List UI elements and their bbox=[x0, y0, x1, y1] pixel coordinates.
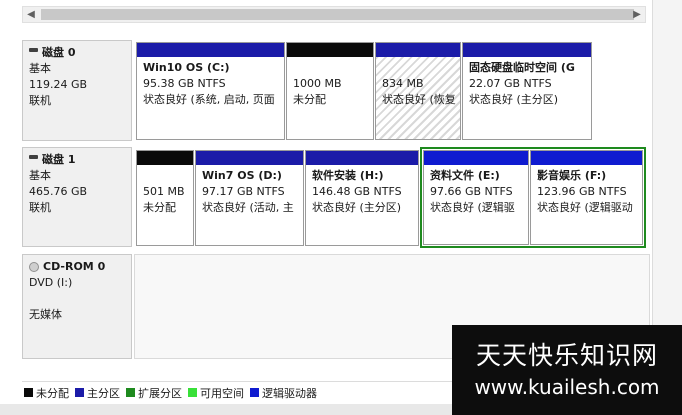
legend-swatch bbox=[126, 388, 135, 397]
partition-e[interactable]: 资料文件 (E:) 97.66 GB NTFS 状态良好 (逻辑驱 bbox=[423, 150, 529, 245]
disk-icon bbox=[29, 48, 38, 52]
disk-name: 磁盘 0 bbox=[42, 46, 76, 59]
partition-size: 834 MB bbox=[382, 77, 424, 90]
partition-g[interactable]: 固态硬盘临时空间 (G 22.07 GB NTFS 状态良好 (主分区) bbox=[462, 42, 592, 140]
legend-item: 逻辑驱动器 bbox=[250, 385, 317, 401]
partition-status: 未分配 bbox=[293, 93, 326, 106]
partition-title bbox=[382, 60, 460, 76]
scrollbar-thumb[interactable] bbox=[41, 9, 634, 20]
partition-title: 影音娱乐 (F:) bbox=[537, 169, 607, 182]
legend-swatch bbox=[250, 388, 259, 397]
legend-item: 未分配 bbox=[24, 385, 69, 401]
legend-label: 扩展分区 bbox=[138, 386, 182, 400]
legend-label: 可用空间 bbox=[200, 386, 244, 400]
disk-size: 119.24 GB bbox=[29, 78, 88, 91]
cdrom-label[interactable]: CD-ROM 0 DVD (I:) 无媒体 bbox=[22, 254, 132, 359]
legend-item: 扩展分区 bbox=[126, 385, 182, 401]
partition-status: 状态良好 (活动, 主 bbox=[202, 201, 294, 214]
horizontal-scrollbar[interactable]: ◀ ▶ bbox=[22, 6, 646, 23]
partition-status: 状态良好 (恢复 bbox=[382, 93, 456, 106]
partition-status: 状态良好 (逻辑驱动 bbox=[537, 201, 633, 214]
disk-1-label[interactable]: 磁盘 1 基本 465.76 GB 联机 bbox=[22, 147, 132, 247]
partition-c[interactable]: Win10 OS (C:) 95.38 GB NTFS 状态良好 (系统, 启动, … bbox=[136, 42, 285, 140]
disk-type: 基本 bbox=[29, 169, 51, 182]
partition-status: 未分配 bbox=[143, 201, 176, 214]
partition-d[interactable]: Win7 OS (D:) 97.17 GB NTFS 状态良好 (活动, 主 bbox=[195, 150, 304, 246]
cd-icon bbox=[29, 262, 39, 272]
partition-size: 501 MB bbox=[143, 185, 185, 198]
scroll-left-arrow-icon[interactable]: ◀ bbox=[24, 8, 38, 22]
watermark-title: 天天快乐知识网 bbox=[475, 341, 658, 370]
scroll-right-arrow-icon[interactable]: ▶ bbox=[630, 8, 644, 22]
partition-status: 状态良好 (系统, 启动, 页面 bbox=[143, 93, 275, 106]
legend-swatch bbox=[24, 388, 33, 397]
disk-status: 无媒体 bbox=[29, 308, 62, 321]
disk-type: DVD (I:) bbox=[29, 276, 73, 289]
legend-label: 逻辑驱动器 bbox=[262, 386, 317, 400]
partition-title bbox=[293, 60, 373, 76]
partition-status: 状态良好 (逻辑驱 bbox=[430, 201, 515, 214]
partition-unallocated-1[interactable]: 501 MB 未分配 bbox=[136, 150, 194, 246]
legend-item: 主分区 bbox=[75, 385, 120, 401]
partition-size: 123.96 GB NTFS bbox=[537, 185, 627, 198]
partition-f[interactable]: 影音娱乐 (F:) 123.96 GB NTFS 状态良好 (逻辑驱动 bbox=[530, 150, 643, 245]
disk-status: 联机 bbox=[29, 94, 51, 107]
legend-swatch bbox=[75, 388, 84, 397]
partition-title: Win7 OS (D:) bbox=[202, 169, 282, 182]
partition-size: 97.66 GB NTFS bbox=[430, 185, 513, 198]
disk-name: 磁盘 1 bbox=[42, 153, 76, 166]
partition-recovery[interactable]: 834 MB 状态良好 (恢复 bbox=[375, 42, 461, 140]
watermark: 天天快乐知识网 www.kuailesh.com bbox=[452, 325, 682, 415]
partition-unallocated-0[interactable]: 1000 MB 未分配 bbox=[286, 42, 374, 140]
partition-title: Win10 OS (C:) bbox=[143, 61, 230, 74]
partition-title bbox=[143, 168, 193, 184]
partition-title: 资料文件 (E:) bbox=[430, 169, 500, 182]
legend-swatch bbox=[188, 388, 197, 397]
legend-item: 可用空间 bbox=[188, 385, 244, 401]
partition-h[interactable]: 软件安装 (H:) 146.48 GB NTFS 状态良好 (主分区) bbox=[305, 150, 419, 246]
partition-status: 状态良好 (主分区) bbox=[312, 201, 402, 214]
disk-icon bbox=[29, 155, 38, 159]
partition-status: 状态良好 (主分区) bbox=[469, 93, 559, 106]
disk-name: CD-ROM 0 bbox=[43, 260, 106, 273]
partition-title: 软件安装 (H:) bbox=[312, 169, 384, 182]
disk-type: 基本 bbox=[29, 62, 51, 75]
partition-size: 1000 MB bbox=[293, 77, 342, 90]
disk-0-label[interactable]: 磁盘 0 基本 119.24 GB 联机 bbox=[22, 40, 132, 141]
disk-size: 465.76 GB bbox=[29, 185, 88, 198]
partition-size: 22.07 GB NTFS bbox=[469, 77, 552, 90]
partition-title: 固态硬盘临时空间 (G bbox=[469, 61, 575, 74]
legend-label: 主分区 bbox=[87, 386, 120, 400]
legend-label: 未分配 bbox=[36, 386, 69, 400]
partition-size: 146.48 GB NTFS bbox=[312, 185, 402, 198]
partition-size: 97.17 GB NTFS bbox=[202, 185, 285, 198]
partition-size: 95.38 GB NTFS bbox=[143, 77, 226, 90]
disk-status: 联机 bbox=[29, 201, 51, 214]
watermark-url: www.kuailesh.com bbox=[474, 375, 660, 399]
